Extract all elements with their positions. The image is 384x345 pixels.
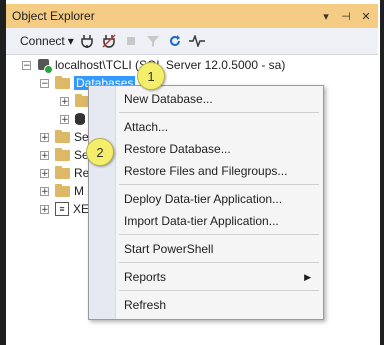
menu-item-reports[interactable]: Reports <box>124 270 166 284</box>
submenu-arrow-icon: ▶ <box>304 272 311 282</box>
dropdown-icon[interactable]: ▾ <box>320 10 332 23</box>
server-icon <box>37 58 53 74</box>
menu-gutter <box>89 86 116 319</box>
expand-icon[interactable]: + <box>40 168 49 178</box>
connect-button[interactable]: Connect ▾ <box>20 34 74 48</box>
panel-title: Object Explorer <box>12 9 95 23</box>
menu-separator <box>119 262 319 263</box>
close-icon[interactable]: ✕ <box>360 10 372 23</box>
tree-node-security[interactable]: + Se <box>40 128 89 146</box>
folder-icon <box>55 147 70 161</box>
menu-item-import-datatier[interactable]: Import Data-tier Application... <box>124 214 279 228</box>
xevent-icon: ≡ <box>55 202 69 216</box>
connect-plug-icon[interactable] <box>78 32 96 50</box>
tree-node-replication[interactable]: + Re <box>40 164 89 182</box>
folder-icon <box>55 183 70 197</box>
filter-icon[interactable] <box>144 32 162 50</box>
collapse-icon[interactable]: − <box>40 78 49 88</box>
panel-title-bar: Object Explorer ▾ ⊣ ✕ <box>6 4 378 28</box>
connect-label: Connect <box>20 34 65 48</box>
menu-item-start-powershell[interactable]: Start PowerShell <box>124 242 213 256</box>
menu-item-deploy-datatier[interactable]: Deploy Data-tier Application... <box>124 192 282 206</box>
expand-icon[interactable]: + <box>60 114 69 124</box>
pin-icon[interactable]: ⊣ <box>340 10 352 23</box>
tree-node-server-objects[interactable]: + Se <box>40 146 89 164</box>
expand-icon[interactable]: + <box>40 186 49 196</box>
menu-separator <box>119 234 319 235</box>
refresh-icon[interactable] <box>166 32 184 50</box>
menu-item-refresh[interactable]: Refresh <box>124 298 166 312</box>
activity-monitor-icon[interactable] <box>188 32 206 50</box>
menu-item-restore-database[interactable]: Restore Database... <box>124 142 231 156</box>
tree-label: M <box>74 184 84 198</box>
server-label: localhost\TCLI (SQL Server 12.0.5000 - s… <box>55 58 286 72</box>
stop-icon[interactable] <box>122 32 140 50</box>
tree-node-management[interactable]: + M <box>40 182 84 200</box>
menu-item-new-database[interactable]: New Database... <box>124 92 213 106</box>
menu-item-attach[interactable]: Attach... <box>124 120 168 134</box>
menu-separator <box>119 112 319 113</box>
expand-icon[interactable]: + <box>40 132 49 142</box>
expand-icon[interactable]: + <box>40 150 49 160</box>
tree-node-xevent-profiler[interactable]: + ≡ XE <box>40 200 89 218</box>
tree-node-database[interactable]: + <box>60 110 85 128</box>
explorer-toolbar: Connect ▾ <box>6 28 378 55</box>
folder-icon <box>55 75 70 89</box>
step-callout-2: 2 <box>86 138 114 166</box>
chevron-down-icon: ▾ <box>67 34 74 48</box>
folder-icon <box>55 129 70 143</box>
collapse-icon[interactable]: − <box>22 60 31 70</box>
expand-icon[interactable]: + <box>40 204 49 214</box>
tree-label: XE <box>73 202 90 216</box>
tree-node-system-databases[interactable]: + <box>60 92 90 110</box>
menu-item-restore-files[interactable]: Restore Files and Filegroups... <box>124 164 287 178</box>
context-menu: New Database... Attach... Restore Databa… <box>88 85 324 320</box>
step-callout-1: 1 <box>137 62 165 90</box>
disconnect-icon[interactable] <box>100 32 118 50</box>
tree-label: Se <box>74 130 89 144</box>
database-icon <box>75 113 85 125</box>
menu-separator <box>119 184 319 185</box>
panel-controls: ▾ ⊣ ✕ <box>320 10 372 23</box>
expand-icon[interactable]: + <box>60 96 69 106</box>
menu-separator <box>119 290 319 291</box>
folder-icon <box>55 165 70 179</box>
